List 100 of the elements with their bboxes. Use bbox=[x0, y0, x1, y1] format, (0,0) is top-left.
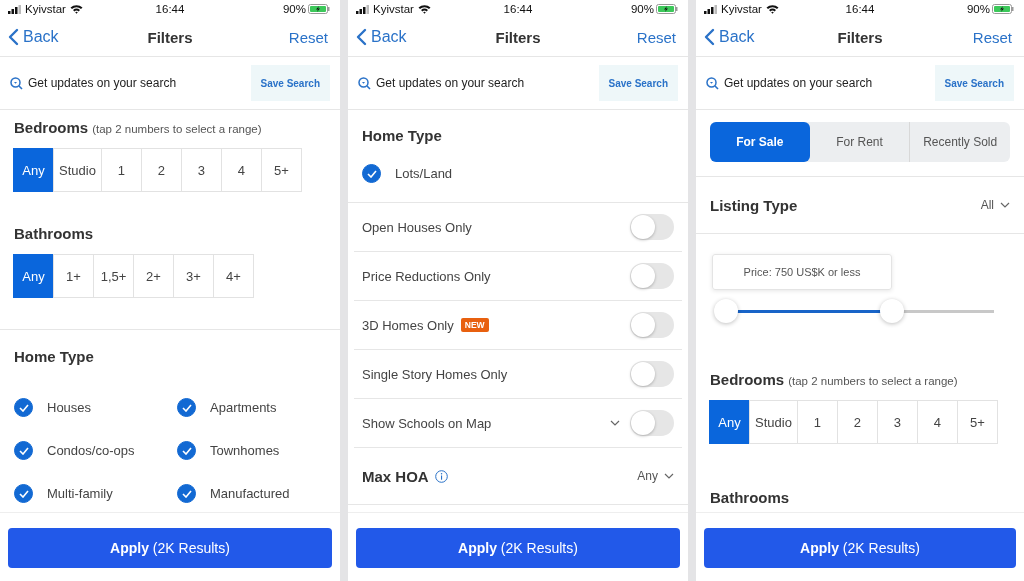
option-button[interactable]: Any bbox=[709, 400, 750, 444]
dropdown-value[interactable]: Any bbox=[637, 469, 658, 483]
battery-percent: 90% bbox=[282, 3, 306, 15]
wifi-icon bbox=[69, 4, 83, 14]
toggle-switch[interactable] bbox=[630, 312, 674, 338]
checkmark-icon bbox=[18, 489, 29, 498]
search-icon bbox=[706, 76, 719, 90]
option-button[interactable]: 1+ bbox=[53, 254, 94, 298]
back-chevron-icon bbox=[704, 28, 715, 46]
reset-button[interactable]: Reset bbox=[972, 28, 1012, 46]
section-title: Bathrooms bbox=[14, 225, 95, 242]
signal-icon bbox=[356, 4, 369, 14]
checkbox-label: Houses bbox=[47, 400, 92, 415]
option-button[interactable]: 5+ bbox=[260, 148, 302, 192]
back-button[interactable]: Back bbox=[704, 28, 755, 46]
checkbox[interactable] bbox=[14, 484, 33, 503]
option-button[interactable]: 1 bbox=[100, 148, 142, 192]
apply-button[interactable]: Apply (2K Results) bbox=[704, 528, 1016, 568]
listing-tab[interactable]: For Sale bbox=[710, 122, 810, 162]
signal-icon bbox=[704, 4, 717, 14]
option-button[interactable]: 4 bbox=[916, 400, 958, 444]
search-icon bbox=[10, 76, 23, 90]
chevron-down-icon[interactable] bbox=[664, 473, 674, 479]
option-button[interactable]: 2 bbox=[140, 148, 182, 192]
listing-tab[interactable]: Recently Sold bbox=[909, 122, 1010, 162]
signal-icon bbox=[8, 4, 21, 14]
back-button[interactable]: Back bbox=[8, 28, 59, 46]
reset-button[interactable]: Reset bbox=[636, 28, 676, 46]
option-button[interactable]: Studio bbox=[53, 148, 102, 192]
option-button[interactable]: 1,5+ bbox=[93, 254, 134, 298]
checkbox[interactable] bbox=[14, 398, 33, 417]
checkbox-label: Townhomes bbox=[210, 443, 280, 458]
back-button[interactable]: Back bbox=[356, 28, 407, 46]
chevron-down-icon[interactable] bbox=[1000, 202, 1010, 208]
option-button[interactable]: 3 bbox=[180, 148, 222, 192]
slider-thumb[interactable] bbox=[880, 299, 905, 323]
option-button[interactable]: 4 bbox=[220, 148, 262, 192]
checkmark-icon bbox=[181, 403, 192, 412]
battery-percent: 90% bbox=[966, 3, 990, 15]
status-time: 16:44 bbox=[502, 3, 534, 15]
carrier-name: Kyivstar bbox=[25, 3, 66, 15]
slider-thumb[interactable] bbox=[714, 299, 738, 323]
option-button[interactable]: 3 bbox=[876, 400, 918, 444]
dropdown-value[interactable]: All bbox=[980, 198, 994, 212]
option-button[interactable]: 3+ bbox=[173, 254, 214, 298]
checkbox-label: Condos/co-ops bbox=[47, 443, 135, 458]
option-button[interactable]: 1 bbox=[796, 400, 838, 444]
toggle-switch[interactable] bbox=[630, 361, 674, 387]
carrier-name: Kyivstar bbox=[373, 3, 414, 15]
section-title: Listing Type bbox=[710, 196, 798, 214]
screen-title: Filters bbox=[494, 28, 542, 46]
apply-button[interactable]: Apply (2K Results) bbox=[356, 528, 680, 568]
checkbox-label: Manufactured bbox=[210, 486, 290, 501]
checkbox[interactable] bbox=[177, 441, 196, 460]
checkbox[interactable] bbox=[362, 164, 381, 183]
save-search-button[interactable]: Save Search bbox=[934, 65, 1014, 101]
battery-icon bbox=[992, 4, 1014, 14]
toggle-label: Show Schools on Map bbox=[362, 415, 492, 431]
save-search-button[interactable]: Save Search bbox=[598, 65, 678, 101]
option-button[interactable]: 2 bbox=[836, 400, 878, 444]
save-prompt: Get updates on your search bbox=[724, 76, 873, 90]
checkbox[interactable] bbox=[177, 398, 196, 417]
option-button[interactable]: Studio bbox=[749, 400, 798, 444]
option-button[interactable]: 2+ bbox=[133, 254, 174, 298]
save-search-button[interactable]: Save Search bbox=[250, 65, 330, 101]
status-time: 16:44 bbox=[844, 3, 876, 15]
checkbox-label: Multi-family bbox=[47, 486, 113, 501]
listing-tab[interactable]: For Rent bbox=[809, 122, 910, 162]
screen-title: Filters bbox=[836, 28, 884, 46]
back-chevron-icon bbox=[356, 28, 367, 46]
battery-icon bbox=[656, 4, 678, 14]
checkbox-label: Apartments bbox=[210, 400, 277, 415]
save-prompt: Get updates on your search bbox=[376, 76, 525, 90]
toggle-switch[interactable] bbox=[630, 410, 674, 436]
toggle-switch[interactable] bbox=[630, 214, 674, 240]
toggle-label: Open Houses Only bbox=[362, 219, 472, 235]
option-button[interactable]: 5+ bbox=[956, 400, 998, 444]
toggle-label: 3D Homes Only bbox=[362, 317, 454, 333]
price-tooltip: Price: 750 US$K or less bbox=[712, 254, 892, 290]
section-title: Home Type bbox=[14, 348, 95, 365]
section-title: Bedrooms (tap 2 numbers to select a range) bbox=[14, 119, 263, 136]
checkbox[interactable] bbox=[14, 441, 33, 460]
checkmark-icon bbox=[181, 489, 192, 498]
apply-button[interactable]: Apply (2K Results) bbox=[8, 528, 332, 568]
checkbox[interactable] bbox=[177, 484, 196, 503]
toggle-label: Single Story Homes Only bbox=[362, 366, 508, 382]
toggle-switch[interactable] bbox=[630, 263, 674, 289]
wifi-icon bbox=[417, 4, 431, 14]
option-button[interactable]: Any bbox=[13, 254, 54, 298]
section-title: Home Type bbox=[362, 127, 443, 144]
checkmark-icon bbox=[18, 403, 29, 412]
option-button[interactable]: 4+ bbox=[213, 254, 254, 298]
carrier-name: Kyivstar bbox=[721, 3, 762, 15]
checkbox-label: Lots/Land bbox=[395, 166, 453, 181]
status-time: 16:44 bbox=[154, 3, 186, 15]
option-button[interactable]: Any bbox=[13, 148, 54, 192]
reset-button[interactable]: Reset bbox=[288, 28, 328, 46]
chevron-down-icon[interactable] bbox=[610, 420, 620, 426]
info-icon[interactable] bbox=[434, 469, 448, 483]
battery-percent: 90% bbox=[630, 3, 654, 15]
